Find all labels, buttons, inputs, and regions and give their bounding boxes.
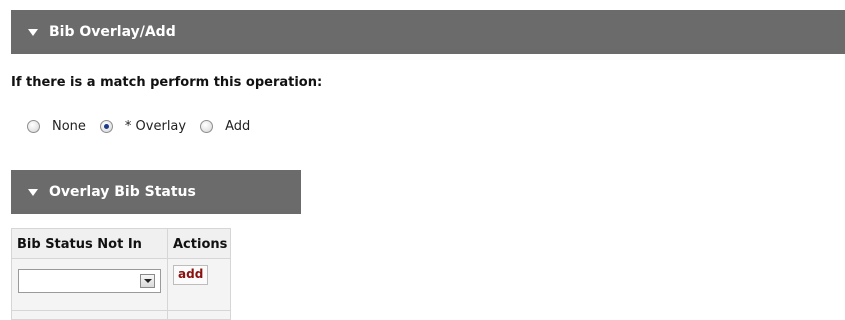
radio-label-add: Add [225,119,251,134]
radio-option-add[interactable]: Add [200,119,250,134]
empty-cell [166,310,232,320]
table-row: add [11,258,232,311]
table-row [11,310,232,320]
bib-status-select[interactable] [18,269,161,293]
table-header-row: Bib Status Not In Actions [11,228,232,259]
radio-overlay[interactable] [99,120,113,133]
section-title: Bib Overlay/Add [49,24,176,40]
collapse-triangle-icon[interactable] [28,28,38,36]
radio-add[interactable] [200,120,214,133]
add-button[interactable]: add [173,265,209,285]
match-operation-radio-group: None * Overlay Add [27,119,264,134]
column-header-bib-status-not-in: Bib Status Not In [11,228,168,259]
empty-cell [11,310,168,320]
bib-status-table: Bib Status Not In Actions add [11,228,232,320]
radio-option-none[interactable]: None [27,119,86,134]
bib-overlay-section-header[interactable]: Bib Overlay/Add [11,10,845,54]
radio-label-none: None [52,119,86,134]
overlay-bib-status-section-header[interactable]: Overlay Bib Status [11,170,301,214]
column-header-actions: Actions [166,228,232,259]
section-title: Overlay Bib Status [49,184,196,200]
radio-option-overlay[interactable]: * Overlay [99,119,187,134]
select-cell [11,258,168,311]
match-operation-prompt: If there is a match perform this operati… [11,75,323,90]
radio-none[interactable] [27,120,40,133]
dropdown-arrow-icon[interactable] [140,274,155,288]
actions-cell: add [166,258,232,311]
collapse-triangle-icon[interactable] [28,188,38,196]
radio-label-overlay: * Overlay [124,119,187,134]
